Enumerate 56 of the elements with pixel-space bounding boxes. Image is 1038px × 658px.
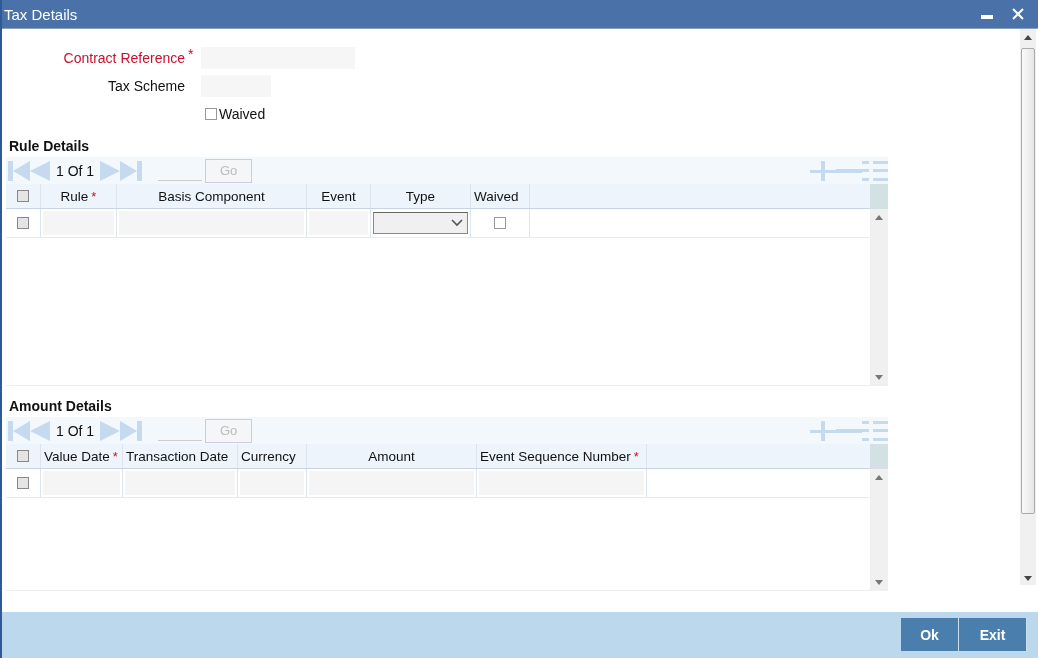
- window-title: Tax Details: [4, 5, 78, 23]
- column-header: Amount: [368, 448, 415, 464]
- column-header: Type: [405, 188, 436, 204]
- chevron-icon: [451, 219, 463, 227]
- column-header: Value Date: [44, 448, 110, 464]
- row-checkbox[interactable]: [17, 217, 29, 229]
- list-view-icon[interactable]: [862, 420, 888, 441]
- scroll-up-icon[interactable]: [875, 215, 883, 220]
- previous-page-icon[interactable]: [30, 420, 50, 441]
- add-row-icon[interactable]: [810, 420, 836, 441]
- required-mark: *: [112, 448, 118, 464]
- last-page-icon[interactable]: [120, 420, 143, 441]
- previous-page-icon[interactable]: [30, 160, 50, 181]
- column-header: Event: [321, 188, 356, 204]
- footer-button[interactable]: Ok: [901, 618, 959, 651]
- column-header: Currency: [241, 448, 296, 464]
- column-header: Basis Component: [158, 188, 265, 204]
- scroll-up-icon[interactable]: [1024, 35, 1032, 40]
- scroll-up-icon[interactable]: [875, 475, 883, 480]
- add-row-icon[interactable]: [810, 160, 836, 181]
- grid-scrollbar[interactable]: [870, 209, 888, 386]
- first-page-icon[interactable]: [8, 420, 30, 441]
- list-view-icon[interactable]: [862, 160, 888, 181]
- waived-checkbox[interactable]: [205, 108, 217, 120]
- scrollbar[interactable]: [1020, 29, 1036, 585]
- waived-checkbox[interactable]: [494, 217, 506, 229]
- minimize-icon[interactable]: [981, 15, 993, 19]
- checkbox-label: Waived: [219, 106, 266, 122]
- next-page-icon[interactable]: [100, 420, 121, 441]
- row-checkbox[interactable]: [17, 477, 29, 489]
- scroll-thumb[interactable]: [1021, 48, 1035, 514]
- scroll-down-icon[interactable]: [1024, 576, 1032, 581]
- page-indicator: 1 Of 1: [55, 422, 96, 439]
- column-header: Event Sequence Number: [480, 448, 631, 464]
- column-header: Transaction Date: [126, 448, 229, 464]
- required-mark: *: [187, 46, 195, 62]
- column-header: Rule: [60, 188, 89, 204]
- field-label: Tax Scheme: [106, 78, 185, 94]
- type-dropdown[interactable]: [373, 212, 468, 234]
- grid-scrollbar[interactable]: [870, 469, 888, 591]
- footer-button[interactable]: Exit: [959, 618, 1027, 651]
- select-all-checkbox[interactable]: [17, 190, 29, 202]
- section-title: Amount Details: [9, 398, 113, 416]
- required-mark: *: [633, 448, 639, 464]
- scroll-down-icon[interactable]: [875, 375, 883, 380]
- first-page-icon[interactable]: [8, 160, 30, 181]
- section-title: Rule Details: [9, 138, 91, 156]
- scroll-down-icon[interactable]: [875, 580, 883, 585]
- next-page-icon[interactable]: [100, 160, 121, 181]
- select-all-checkbox[interactable]: [17, 450, 29, 462]
- required-mark: *: [91, 188, 97, 204]
- field-label: Contract Reference: [62, 50, 185, 66]
- last-page-icon[interactable]: [120, 160, 143, 181]
- column-header: Waived: [474, 188, 519, 204]
- page-indicator: 1 Of 1: [55, 162, 96, 179]
- close-icon[interactable]: [1012, 8, 1024, 20]
